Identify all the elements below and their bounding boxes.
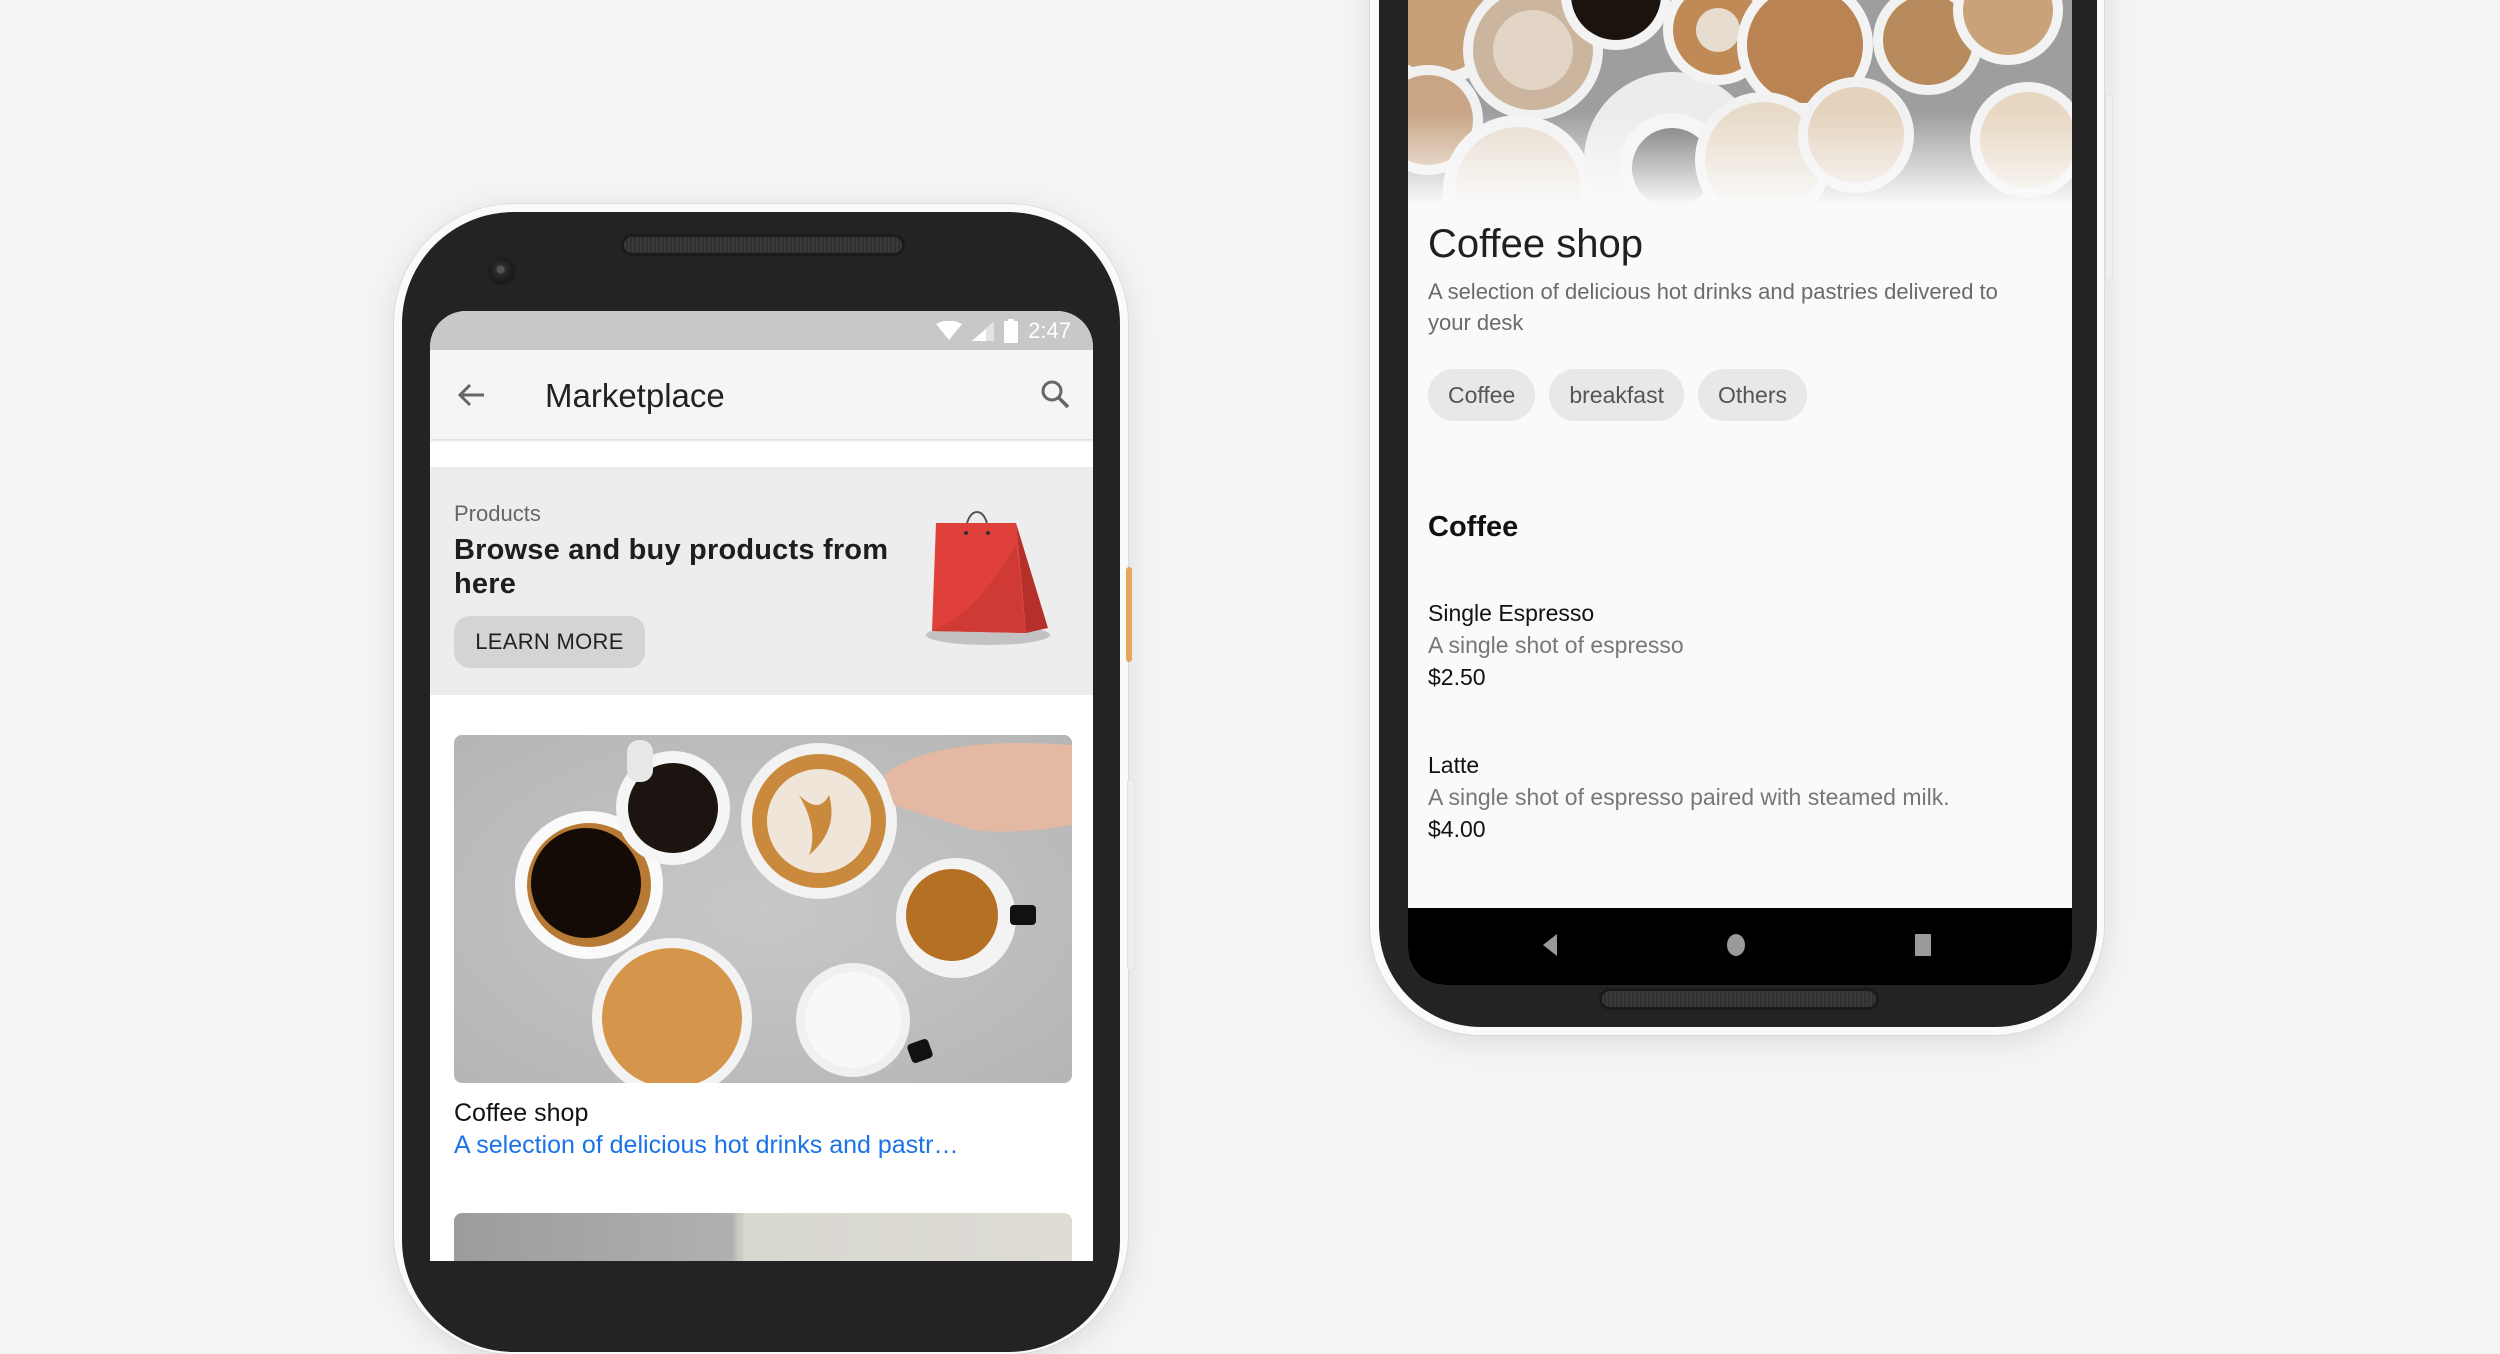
menu-item-description: A single shot of espresso: [1428, 632, 1684, 658]
next-card-image[interactable]: [454, 1213, 1072, 1261]
hero-image: [1408, 0, 2072, 205]
nav-home-icon[interactable]: [1726, 933, 1746, 957]
power-button[interactable]: [1126, 567, 1132, 662]
promo-banner: Products Browse and buy products from he…: [430, 467, 1093, 695]
section-title: Coffee: [1428, 511, 1519, 543]
earpiece-speaker: [624, 237, 902, 253]
chip-others[interactable]: Others: [1697, 369, 1807, 421]
banner-headline: Browse and buy products from here: [454, 534, 889, 600]
card-title[interactable]: Coffee shop: [454, 1099, 588, 1128]
menu-item-description: A single shot of espresso paired with st…: [1428, 784, 1950, 810]
nav-back-icon[interactable]: [1542, 933, 1558, 957]
menu-item-price: $4.00: [1428, 816, 1486, 842]
system-nav-bar: [1408, 908, 2072, 985]
category-chips: Coffee breakfast Others: [1428, 369, 1807, 421]
hero-fade: [1408, 0, 2072, 205]
arrow-back-icon[interactable]: [456, 380, 486, 410]
menu-item-price: $2.50: [1428, 664, 1486, 690]
nav-recents-icon[interactable]: [1914, 933, 1932, 957]
learn-more-button[interactable]: LEARN MORE: [454, 616, 645, 668]
status-time: 2:47: [1028, 317, 1071, 343]
card-subtitle-link[interactable]: A selection of delicious hot drinks and …: [454, 1131, 958, 1160]
banner-eyebrow: Products: [454, 501, 541, 526]
shop-description: A selection of delicious hot drinks and …: [1428, 279, 1998, 335]
menu-item-name: Single Espresso: [1428, 600, 1595, 626]
side-button[interactable]: [2106, 95, 2112, 280]
page-title: Marketplace: [545, 377, 725, 414]
coffee-shop-image[interactable]: [454, 735, 1072, 1083]
status-bar: 2:47: [430, 311, 1093, 350]
shop-title: Coffee shop: [1428, 222, 1643, 266]
front-camera-icon: [488, 257, 516, 285]
coffee-shop-detail-screen: Coffee shop A selection of delicious hot…: [1408, 0, 2072, 985]
search-icon[interactable]: [1039, 378, 1071, 410]
battery-icon: [1004, 318, 1019, 343]
signal-icon: [972, 320, 995, 341]
menu-item[interactable]: Latte A single shot of espresso paired w…: [1428, 749, 1950, 845]
chip-breakfast[interactable]: breakfast: [1549, 369, 1684, 421]
chip-coffee[interactable]: Coffee: [1428, 369, 1536, 421]
menu-item[interactable]: Single Espresso A single shot of espress…: [1428, 597, 1684, 693]
menu-item-name: Latte: [1428, 752, 1480, 778]
bottom-speaker: [1602, 991, 1876, 1007]
app-bar: Marketplace: [430, 350, 1093, 439]
wifi-icon: [936, 320, 963, 340]
volume-button[interactable]: [1128, 780, 1134, 970]
marketplace-screen: 2:47 Marketplace Products Browse and buy…: [430, 311, 1093, 1261]
shopping-bag-icon: [926, 511, 1050, 645]
